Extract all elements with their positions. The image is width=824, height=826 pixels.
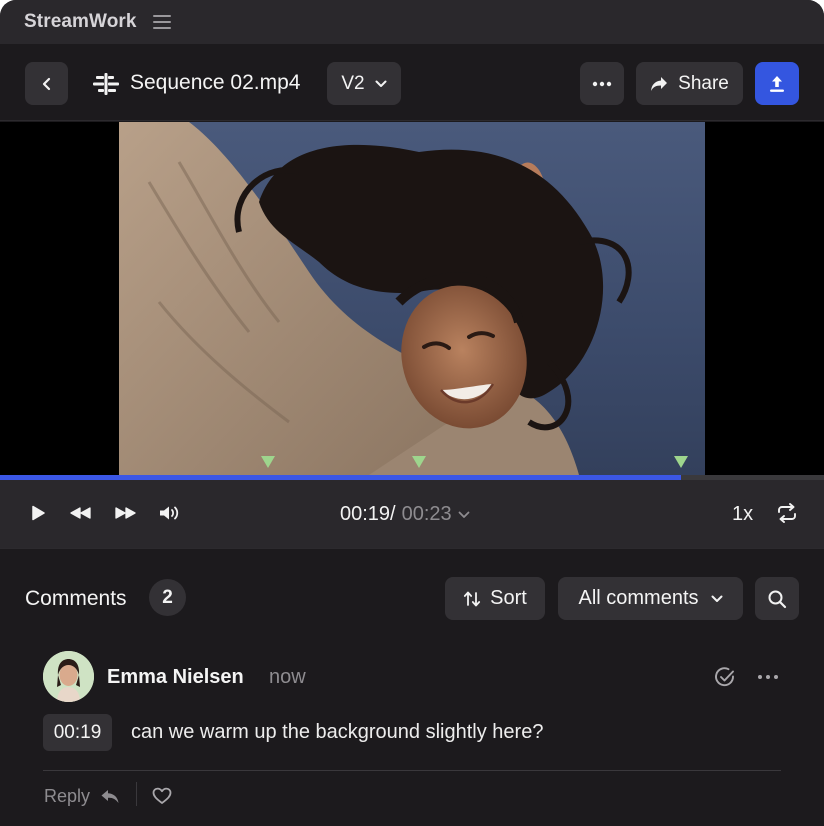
search-icon: [768, 590, 787, 608]
chevron-down-icon: [458, 511, 470, 518]
volume-icon: [160, 506, 179, 520]
version-label: V2: [341, 72, 365, 94]
loop-button[interactable]: [775, 502, 799, 524]
comment-marker[interactable]: [261, 456, 275, 468]
comments-title: Comments: [25, 587, 127, 610]
fast-forward-icon: [115, 507, 136, 519]
comment-more-icon[interactable]: [757, 674, 779, 680]
back-icon: [42, 77, 50, 90]
sort-label: Sort: [490, 587, 527, 609]
comment-marker[interactable]: [674, 456, 688, 468]
app-name: StreamWork: [24, 11, 137, 32]
file-title: Sequence 02.mp4: [130, 71, 301, 94]
total-time: 00:23: [401, 503, 452, 525]
current-time: 00:19/: [340, 503, 396, 525]
toolbar: Sequence 02.mp4 V2 Share: [0, 44, 824, 121]
version-selector[interactable]: V2: [327, 62, 401, 105]
more-icon: [592, 81, 612, 86]
timecode[interactable]: 00:19/ 00:23: [340, 503, 470, 526]
heart-icon[interactable]: [152, 787, 172, 805]
app-window: StreamWork Sequence 02.mp4 V2 Share 00:1…: [0, 0, 824, 826]
resolve-icon[interactable]: [714, 666, 736, 688]
reply-button[interactable]: Reply: [44, 786, 120, 807]
comment-timestamp[interactable]: 00:19: [43, 714, 112, 751]
rewind-button[interactable]: [67, 502, 93, 524]
video-still-image: [119, 122, 632, 475]
playback-speed[interactable]: 1x: [732, 503, 753, 526]
comment-filter-dropdown[interactable]: All comments: [558, 577, 743, 620]
avatar-image: [43, 651, 94, 702]
upload-icon: [770, 75, 784, 92]
loop-icon: [778, 503, 796, 523]
share-button[interactable]: Share: [636, 62, 743, 105]
upload-button[interactable]: [755, 62, 799, 105]
rewind-icon: [70, 507, 91, 519]
chevron-down-icon: [375, 80, 387, 87]
comment-time: now: [269, 666, 306, 688]
share-icon: [651, 76, 668, 91]
video-frame[interactable]: [119, 122, 705, 475]
sort-icon: [464, 591, 481, 606]
play-button[interactable]: [28, 502, 48, 524]
comment-count-badge: 2: [149, 579, 186, 616]
app-bar: StreamWork: [0, 0, 824, 44]
divider: [43, 770, 781, 771]
video-player[interactable]: [0, 122, 824, 475]
reply-icon: [101, 789, 119, 803]
more-options-button[interactable]: [580, 62, 624, 105]
sort-button[interactable]: Sort: [445, 577, 545, 620]
filter-label: All comments: [578, 587, 699, 609]
search-comments-button[interactable]: [755, 577, 799, 620]
play-icon: [32, 505, 45, 521]
chevron-down-icon: [711, 595, 723, 602]
avatar[interactable]: [43, 651, 94, 702]
share-label: Share: [678, 72, 729, 94]
back-button[interactable]: [25, 62, 68, 105]
comment-text: can we warm up the background slightly h…: [131, 721, 544, 743]
comment-author: Emma Nielsen: [107, 666, 244, 688]
volume-button[interactable]: [157, 502, 181, 524]
menu-icon[interactable]: [152, 15, 171, 29]
comment-marker[interactable]: [412, 456, 426, 468]
fast-forward-button[interactable]: [113, 502, 139, 524]
file-icon: [93, 73, 119, 95]
reply-label: Reply: [44, 786, 91, 806]
comments-panel: Comments 2 Sort All comments Emma Nielse…: [0, 548, 824, 826]
player-controls: 00:19/ 00:23 1x: [0, 480, 824, 548]
divider: [136, 782, 137, 806]
